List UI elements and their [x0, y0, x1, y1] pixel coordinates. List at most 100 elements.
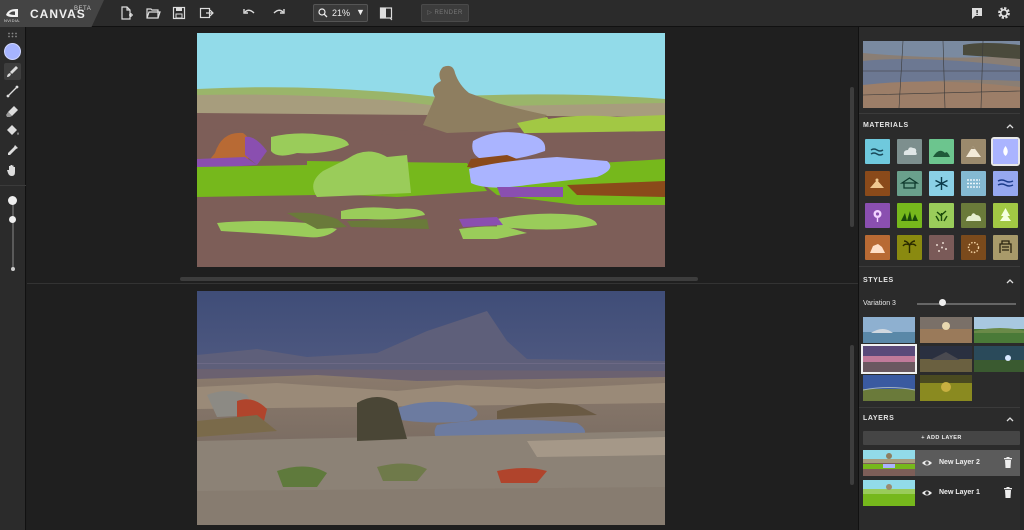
- material-hill-button[interactable]: [929, 139, 954, 164]
- styles-section-title: STYLES: [863, 277, 894, 284]
- line-icon[interactable]: [4, 83, 21, 100]
- horizontal-scrollbar[interactable]: [180, 277, 698, 281]
- hand-icon[interactable]: [4, 162, 21, 179]
- drag-handle-icon[interactable]: [4, 27, 21, 38]
- material-mountain-button[interactable]: [961, 139, 986, 164]
- canvas-divider[interactable]: [27, 283, 858, 284]
- style-thumbnail[interactable]: [920, 375, 972, 401]
- section-divider: [859, 113, 1020, 114]
- material-gravel-button[interactable]: [929, 235, 954, 260]
- zoom-value: 21%: [332, 8, 351, 18]
- compare-icon[interactable]: [378, 5, 394, 21]
- layer-row[interactable]: New Layer 1: [863, 480, 1020, 506]
- material-palm-button[interactable]: [897, 235, 922, 260]
- chevron-up-icon[interactable]: [1006, 415, 1014, 423]
- style-thumbnail[interactable]: [974, 346, 1024, 372]
- workspace: [27, 27, 858, 530]
- redo-icon[interactable]: [271, 5, 287, 21]
- section-divider: [859, 266, 1020, 267]
- eye-icon[interactable]: [921, 458, 933, 468]
- palette-color-swatch[interactable]: [4, 43, 21, 60]
- chevron-up-icon[interactable]: [1006, 277, 1014, 285]
- gravel-icon: [936, 242, 947, 252]
- style-thumbnail[interactable]: [863, 375, 915, 401]
- chevron-up-icon[interactable]: [1006, 122, 1014, 130]
- eraser-icon[interactable]: [4, 103, 21, 120]
- eyedropper-icon[interactable]: [4, 142, 21, 159]
- grass-icon: [901, 211, 918, 221]
- variation-slider-knob[interactable]: [938, 299, 946, 306]
- material-cloud-button[interactable]: [897, 139, 922, 164]
- material-sea-button[interactable]: [865, 139, 890, 164]
- variation-label: Variation 3: [863, 300, 896, 307]
- dirt-icon: [870, 178, 884, 188]
- material-dirt-button[interactable]: [865, 171, 890, 196]
- trash-icon[interactable]: [1003, 457, 1013, 468]
- layers-section-title: LAYERS: [863, 415, 895, 422]
- toolbar-divider: [0, 185, 26, 186]
- material-river-button[interactable]: [993, 171, 1018, 196]
- segmentation-canvas[interactable]: [197, 33, 665, 267]
- material-snow-button[interactable]: [929, 171, 954, 196]
- style-thumbnail[interactable]: [863, 317, 915, 343]
- vertical-scrollbar-bottom[interactable]: [850, 345, 854, 485]
- brush-size-slider[interactable]: [12, 203, 14, 271]
- plant-icon: [935, 210, 948, 222]
- material-grass-button[interactable]: [897, 203, 922, 228]
- rendered-output-canvas: [197, 291, 665, 525]
- material-rock-button[interactable]: [865, 235, 890, 260]
- open-folder-icon[interactable]: [145, 5, 161, 21]
- fill-icon[interactable]: [4, 122, 21, 139]
- palm-icon: [902, 240, 917, 253]
- material-sand-button[interactable]: [961, 235, 986, 260]
- building-icon: [899, 177, 920, 189]
- add-layer-button[interactable]: + ADD LAYER: [863, 431, 1020, 445]
- style-thumbnail-selected[interactable]: [861, 344, 917, 374]
- style-thumbnail[interactable]: [920, 346, 972, 372]
- export-icon[interactable]: [198, 5, 214, 21]
- material-stone-button[interactable]: [993, 235, 1018, 260]
- mountain-icon: [966, 146, 981, 157]
- vendor-text: NVIDIA.: [4, 18, 21, 23]
- material-building-button[interactable]: [897, 171, 922, 196]
- trash-icon[interactable]: [1003, 487, 1013, 498]
- materials-section-title: MATERIALS: [863, 122, 909, 129]
- cloud-icon: [903, 147, 917, 155]
- material-bush-button[interactable]: [961, 203, 986, 228]
- fog-icon: [967, 179, 980, 188]
- left-toolbar: [0, 27, 26, 530]
- style-thumbnail[interactable]: [920, 317, 972, 343]
- search-icon: [318, 8, 328, 18]
- new-file-icon[interactable]: [118, 5, 134, 21]
- material-tree-button[interactable]: [993, 203, 1018, 228]
- rock-icon: [870, 244, 885, 253]
- material-flower-button[interactable]: [865, 203, 890, 228]
- save-icon[interactable]: [171, 5, 187, 21]
- render-label: RENDER: [434, 10, 463, 16]
- right-panel: MATERIALS STYLES Variation 3 LAYERS + AD…: [858, 27, 1024, 530]
- layer-name: New Layer 1: [939, 489, 980, 496]
- material-water-button[interactable]: [991, 137, 1020, 166]
- gear-icon[interactable]: [996, 5, 1012, 21]
- brush-min-dot: [11, 267, 15, 271]
- brush-icon[interactable]: [4, 63, 21, 80]
- render-button[interactable]: ▷ RENDER: [421, 4, 469, 22]
- feedback-icon[interactable]: [969, 5, 985, 21]
- variation-slider[interactable]: [917, 303, 1016, 305]
- brush-opacity-knob[interactable]: [9, 216, 16, 223]
- material-plant-button[interactable]: [929, 203, 954, 228]
- layer-thumbnail: [863, 450, 915, 476]
- river-icon: [997, 179, 1014, 187]
- top-bar: NVIDIA. CANVAS BETA 21% ▼ ▷ RENDER: [0, 0, 1024, 27]
- undo-icon[interactable]: [241, 5, 257, 21]
- zoom-select[interactable]: 21% ▼: [313, 4, 368, 22]
- style-thumbnail[interactable]: [974, 317, 1024, 343]
- panel-scrollbar[interactable]: [1020, 27, 1024, 530]
- hill-icon: [933, 150, 950, 157]
- material-fog-button[interactable]: [961, 171, 986, 196]
- brush-size-knob[interactable]: [8, 196, 17, 205]
- sea-icon: [870, 148, 884, 156]
- layer-row[interactable]: New Layer 2: [863, 450, 1020, 476]
- eye-icon[interactable]: [921, 488, 933, 498]
- vertical-scrollbar-top[interactable]: [850, 87, 854, 227]
